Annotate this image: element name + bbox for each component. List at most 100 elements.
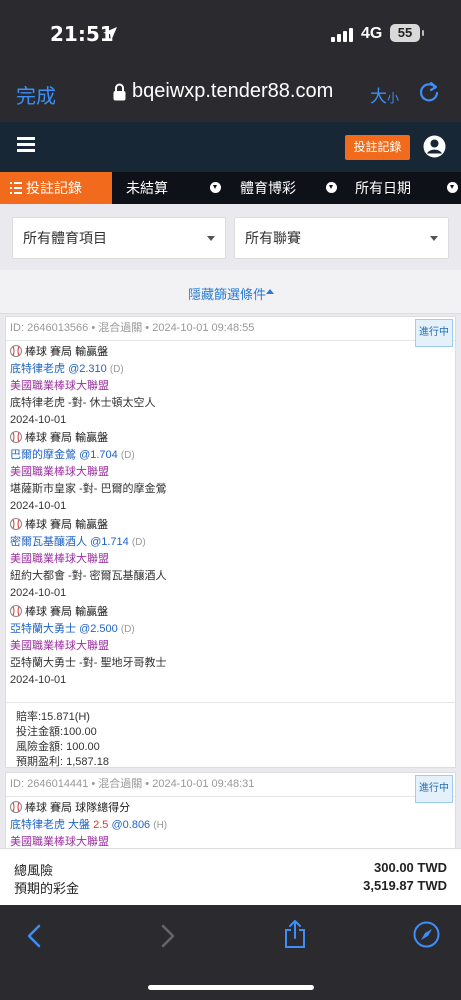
hide-filter-toggle[interactable]: 隱藏篩選條件	[0, 270, 461, 314]
baseball-icon	[10, 801, 22, 813]
leg-tag: (D)	[131, 537, 146, 548]
summary-stake: 投注金額:100.00	[16, 726, 97, 738]
bet-card: ID: 2646013566 • 混合過關 • 2024-10-01 09:48…	[5, 316, 456, 768]
leg-date: 2024-10-01	[10, 414, 67, 426]
total-risk-row: 總風險 300.00 TWD	[14, 860, 447, 879]
tab-bet-record-label: 投註記錄	[26, 180, 82, 196]
baseball-icon	[10, 518, 22, 530]
compass-icon[interactable]	[413, 921, 440, 948]
text-size-button[interactable]: 大小	[370, 82, 399, 107]
battery-icon: 55	[390, 24, 420, 42]
tab-dates[interactable]: 所有日期	[341, 172, 461, 204]
tab-unsettled[interactable]: 未結算	[112, 172, 226, 204]
text-size-large: 大	[370, 87, 387, 106]
bet-meta: ID: 2646013566 • 混合過關 • 2024-10-01 09:48…	[6, 317, 455, 341]
summary-odds: 賠率:15.871(H)	[16, 711, 90, 723]
bet-meta: ID: 2646014441 • 混合過關 • 2024-10-01 09:48…	[6, 773, 455, 797]
chevron-down-icon	[447, 182, 458, 193]
bet-leg: 棒球 賽局 輸贏盤 密爾瓦基釀酒人 @1.714 (D) 美國職業棒球大聯盟 紐…	[10, 517, 410, 602]
filter-area: 所有體育項目 所有聯賽	[0, 204, 461, 270]
network-type: 4G	[361, 25, 383, 42]
leg-market: 棒球 賽局 球隊總得分	[25, 802, 131, 814]
text-size-small: 小	[387, 91, 400, 105]
sport-select[interactable]: 所有體育項目	[12, 217, 226, 259]
totals-footer: 總風險 300.00 TWD 預期的彩金 3,519.87 TWD	[0, 848, 461, 905]
caret-up-icon	[266, 289, 274, 294]
leg-league: 美國職業棒球大聯盟	[10, 640, 109, 652]
expected-payout-row: 預期的彩金 3,519.87 TWD	[14, 878, 447, 897]
battery-tip	[422, 30, 424, 36]
status-badge: 進行中	[415, 775, 453, 803]
browser-address-bar: 完成 bqeiwxp.tender88.com 大小	[0, 70, 461, 122]
lock-icon	[113, 83, 126, 101]
tab-sports[interactable]: 體育博彩	[226, 172, 341, 204]
summary-profit: 預期盈利: 1,587.18	[16, 756, 109, 768]
location-arrow-icon	[103, 27, 117, 41]
divider	[0, 313, 461, 314]
sport-select-value: 所有體育項目	[23, 230, 107, 246]
leg-odds: @1.714	[90, 536, 129, 548]
caret-down-icon	[430, 236, 438, 241]
baseball-icon	[10, 345, 22, 357]
tab-bet-record[interactable]: 投註記錄	[0, 172, 112, 204]
bet-summary: 賠率:15.871(H) 投注金額:100.00 風險金額: 100.00 預期…	[6, 702, 455, 768]
cellular-signal-icon	[331, 27, 353, 42]
league-select[interactable]: 所有聯賽	[234, 217, 449, 259]
leg-odds: @2.310	[68, 363, 107, 375]
caret-down-icon	[207, 236, 215, 241]
summary-risk: 風險金額: 100.00	[16, 741, 100, 753]
bet-record-button[interactable]: 投註記錄	[345, 135, 410, 160]
total-risk-value: 300.00 TWD	[374, 860, 447, 875]
status-badge: 進行中	[415, 319, 453, 347]
site-header: 投註記錄	[0, 122, 461, 172]
url-text[interactable]: bqeiwxp.tender88.com	[132, 80, 333, 103]
baseball-icon	[10, 605, 22, 617]
chevron-down-icon	[326, 182, 337, 193]
expected-payout-label: 預期的彩金	[14, 881, 80, 896]
leg-tag: (D)	[120, 450, 135, 461]
leg-league: 美國職業棒球大聯盟	[10, 553, 109, 565]
leg-selection: 底特律老虎 大盤	[10, 819, 91, 831]
leg-teams: 底特律老虎 -對- 休士頓太空人	[10, 397, 156, 409]
bet-leg: 棒球 賽局 輸贏盤 巴爾的摩金鶯 @1.704 (D) 美國職業棒球大聯盟 堪薩…	[10, 430, 410, 515]
reload-icon[interactable]	[418, 81, 440, 103]
share-icon[interactable]	[283, 919, 307, 949]
leg-tag: (D)	[109, 364, 124, 375]
status-bar: 21:51 4G 55	[0, 0, 461, 70]
tab-bar: 投註記錄 未結算 體育博彩 所有日期	[0, 172, 461, 204]
leg-selection: 底特律老虎	[10, 363, 65, 375]
leg-teams: 紐約大都會 -對- 密爾瓦基釀酒人	[10, 570, 167, 582]
leg-date: 2024-10-01	[10, 674, 67, 686]
list-icon	[10, 182, 22, 194]
leg-market: 棒球 賽局 輸贏盤	[25, 606, 109, 618]
user-account-icon[interactable]	[423, 135, 446, 158]
tab-unsettled-label: 未結算	[126, 180, 168, 196]
bet-leg: 棒球 賽局 輸贏盤 底特律老虎 @2.310 (D) 美國職業棒球大聯盟 底特律…	[10, 344, 410, 429]
total-risk-label: 總風險	[14, 863, 54, 878]
leg-selection: 密爾瓦基釀酒人	[10, 536, 87, 548]
tab-dates-label: 所有日期	[355, 180, 411, 196]
leg-tag: (D)	[120, 624, 135, 635]
bet-leg: 棒球 賽局 球隊總得分 底特律老虎 大盤 2.5 @0.806 (H) 美國職業…	[10, 800, 410, 851]
leg-market: 棒球 賽局 輸贏盤	[25, 432, 109, 444]
leg-league: 美國職業棒球大聯盟	[10, 380, 109, 392]
forward-icon[interactable]	[160, 923, 176, 949]
hide-filter-label: 隱藏篩選條件	[188, 287, 267, 302]
leg-selection: 亞特蘭大勇士	[10, 623, 76, 635]
bet-leg: 棒球 賽局 輸贏盤 亞特蘭大勇士 @2.500 (D) 美國職業棒球大聯盟 亞特…	[10, 604, 410, 689]
leg-selection: 巴爾的摩金鶯	[10, 449, 76, 461]
leg-league: 美國職業棒球大聯盟	[10, 466, 109, 478]
leg-odds: @2.500	[79, 623, 118, 635]
leg-teams: 堪薩斯市皇家 -對- 巴爾的摩金鶯	[10, 483, 167, 495]
leg-market: 棒球 賽局 輸贏盤	[25, 519, 109, 531]
leg-odds: @1.704	[79, 449, 118, 461]
baseball-icon	[10, 431, 22, 443]
leg-teams: 亞特蘭大勇士 -對- 聖地牙哥教士	[10, 657, 167, 669]
done-button[interactable]: 完成	[16, 80, 56, 109]
hamburger-menu-icon[interactable]	[17, 137, 35, 153]
leg-odds: @0.806	[111, 819, 151, 831]
leg-handicap: 2.5	[93, 819, 109, 831]
expected-payout-value: 3,519.87 TWD	[363, 878, 447, 893]
back-icon[interactable]	[26, 923, 42, 949]
tab-sports-label: 體育博彩	[240, 180, 296, 196]
